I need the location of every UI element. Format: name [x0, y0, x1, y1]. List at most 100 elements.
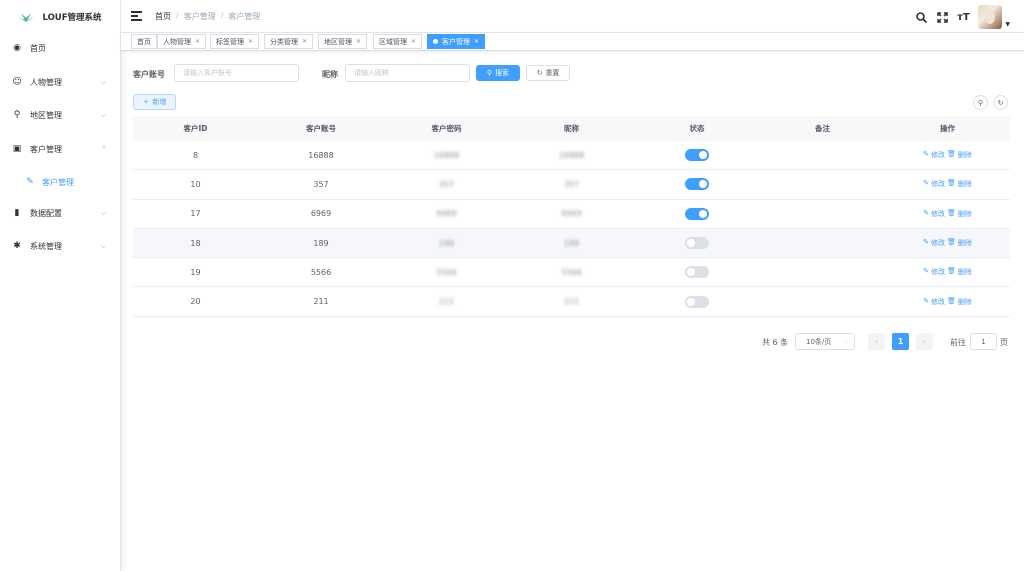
trash-icon[interactable]: 🗑 [947, 150, 956, 160]
trash-icon[interactable]: 🗑 [947, 238, 956, 248]
search-icon[interactable] [915, 11, 927, 23]
logo[interactable]: LOUF管理系统 [0, 0, 120, 33]
edit-icon[interactable]: ✎ [923, 209, 929, 219]
tag-home[interactable]: 首页 [131, 34, 157, 49]
cell-actions: ✎ 修改 🗑 删除 [885, 297, 1010, 307]
dashboard-icon: ◉ [13, 43, 21, 53]
prev-page-button[interactable]: ‹ [868, 333, 885, 350]
delete-link[interactable]: 删除 [958, 150, 972, 160]
edit-link[interactable]: 修改 [931, 209, 945, 219]
account-label: 客户账号 [133, 70, 165, 79]
add-button[interactable]: ＋ 新增 [133, 94, 176, 110]
close-icon[interactable]: ✕ [411, 38, 416, 45]
cell-status [634, 266, 760, 279]
status-switch[interactable] [685, 295, 709, 308]
trash-icon[interactable]: 🗑 [947, 209, 956, 219]
goto-prefix: 前往 [950, 338, 966, 347]
account-input[interactable]: 请输入客户账号 [174, 64, 299, 82]
refresh-button[interactable]: ↻ [993, 95, 1008, 110]
close-icon[interactable]: ✕ [474, 38, 479, 45]
next-page-button[interactable]: › [916, 333, 933, 350]
edit-icon[interactable]: ✎ [923, 267, 929, 277]
toggle-search-button[interactable]: ⚲ [973, 95, 988, 110]
user-card-icon: ▣ [12, 144, 22, 154]
nickname-label: 昵称 [322, 70, 338, 79]
search-icon: ⚲ [977, 98, 984, 107]
edit-link[interactable]: 修改 [931, 297, 945, 307]
trash-icon[interactable]: 🗑 [947, 179, 956, 189]
sidebar-item-label: 地区管理 [30, 110, 62, 120]
plus-icon: ＋ [142, 98, 150, 106]
edit-link[interactable]: 修改 [931, 150, 945, 160]
sidebar-item-data-config[interactable]: ▮ 数据配置 ⌵ [0, 203, 120, 223]
column-header: 客户密码 [431, 124, 462, 133]
delete-link[interactable]: 删除 [958, 297, 972, 307]
edit-link[interactable]: 修改 [931, 238, 945, 248]
edit-icon[interactable]: ✎ [923, 238, 929, 248]
avatar[interactable] [978, 5, 1003, 29]
goto-page-input[interactable]: 1 [970, 333, 997, 350]
status-switch[interactable] [685, 178, 709, 191]
close-icon[interactable]: ✕ [248, 38, 253, 45]
cell-nickname: 357 [563, 179, 580, 189]
edit-link[interactable]: 修改 [931, 267, 945, 277]
breadcrumb-home[interactable]: 首页 [155, 11, 171, 22]
font-size-icon[interactable]: тT [957, 11, 970, 23]
delete-link[interactable]: 删除 [958, 179, 972, 189]
reset-button-label: 重置 [545, 69, 560, 77]
cell-nickname: 6969 [561, 209, 582, 219]
sidebar-item-home[interactable]: ◉ 首页 [0, 38, 120, 58]
cell-password: 5566 [436, 267, 457, 277]
delete-link[interactable]: 删除 [958, 238, 972, 248]
tag-region[interactable]: 地区管理 ✕ [318, 34, 368, 49]
page-size-select[interactable]: 10条/页 ⌵ [795, 333, 855, 350]
column-header: 客户账号 [306, 124, 336, 133]
sidebar-item-label: 系统管理 [30, 241, 62, 251]
breadcrumb-item: 客户管理 [183, 12, 216, 21]
trash-icon[interactable]: 🗑 [947, 297, 956, 307]
sidebar-item-customer[interactable]: ▣ 客户管理 ⌃ [0, 139, 120, 159]
tag-labels[interactable]: 标签管理 ✕ [210, 34, 260, 49]
close-icon[interactable]: ✕ [302, 38, 307, 45]
cell-actions: ✎ 修改 🗑 删除 [885, 179, 1010, 189]
delete-link[interactable]: 删除 [958, 267, 972, 277]
edit-icon[interactable]: ✎ [923, 297, 929, 307]
tag-area[interactable]: 区域管理 ✕ [373, 34, 423, 49]
column-header: 备注 [815, 124, 830, 133]
edit-icon[interactable]: ✎ [923, 150, 929, 160]
delete-link[interactable]: 删除 [958, 209, 972, 219]
status-switch[interactable] [685, 237, 709, 250]
tag-customer[interactable]: 客户管理 ✕ [427, 34, 486, 49]
column-header: 昵称 [564, 124, 579, 133]
chevron-down-icon: ⌵ [101, 77, 107, 86]
search-button[interactable]: ⚲ 搜索 [476, 65, 520, 81]
sidebar-subitem-customer[interactable]: ✎ 客户管理 [0, 172, 120, 192]
status-switch[interactable] [685, 266, 709, 279]
tag-people[interactable]: 人物管理 ✕ [157, 34, 207, 49]
status-switch[interactable] [685, 207, 709, 220]
tag-category[interactable]: 分类管理 ✕ [264, 34, 314, 49]
table-row: 18 189 189 189 ✎ 修改 🗑 删除 [133, 228, 1010, 259]
sidebar-item-people[interactable]: ☺ 人物管理 ⌵ [0, 72, 120, 92]
column-header: 状态 [689, 124, 705, 133]
hamburger-icon[interactable] [131, 11, 142, 21]
edit-link[interactable]: 修改 [931, 179, 945, 189]
close-icon[interactable]: ✕ [195, 38, 200, 45]
edit-icon[interactable]: ✎ [923, 179, 929, 189]
close-icon[interactable]: ✕ [356, 38, 361, 45]
add-button-label: 新增 [152, 98, 167, 106]
nickname-input[interactable]: 请输入昵称 [345, 64, 470, 82]
cell-nickname: 5566 [561, 267, 582, 277]
sidebar-item-system[interactable]: ✱ 系统管理 ⌵ [0, 236, 120, 256]
page-number-current[interactable]: 1 [892, 333, 909, 350]
sidebar-item-region[interactable]: ⚲ 地区管理 ⌵ [0, 105, 120, 125]
reset-button[interactable]: ↻ 重置 [526, 65, 570, 81]
table-row: 10 357 357 357 ✎ 修改 🗑 删除 [133, 170, 1010, 200]
user-icon: ✎ [26, 177, 34, 187]
fullscreen-icon[interactable] [936, 11, 948, 23]
column-header: 操作 [940, 124, 955, 133]
caret-down-icon[interactable]: ▼ [1005, 21, 1010, 28]
status-switch[interactable] [685, 149, 709, 162]
cell-account: 6969 [310, 209, 332, 219]
trash-icon[interactable]: 🗑 [947, 267, 956, 277]
